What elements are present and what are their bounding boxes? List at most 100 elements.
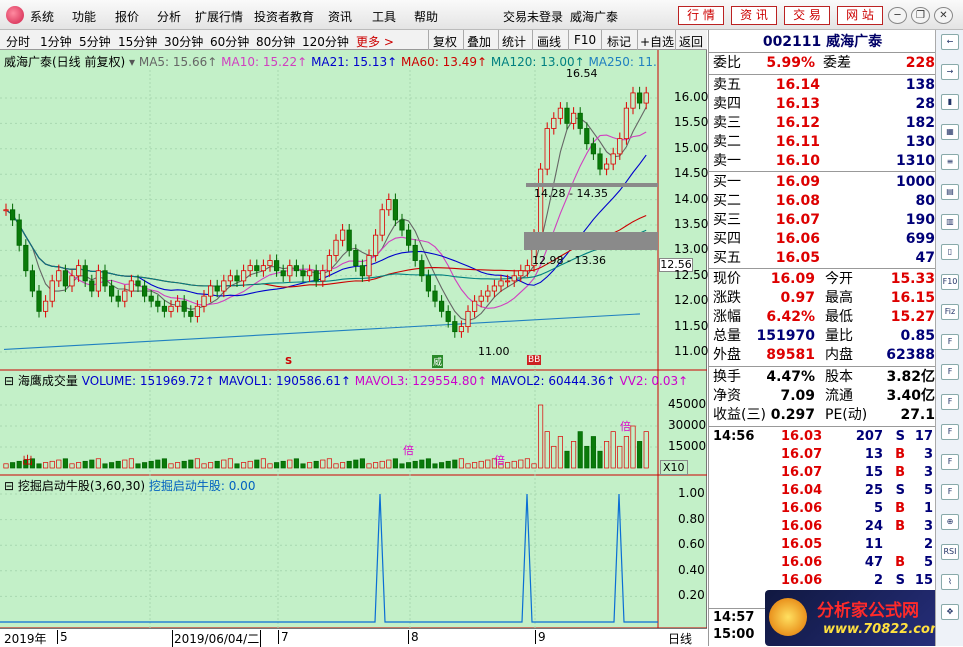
- volume-bar: [69, 463, 75, 469]
- watermark-logo: 分析家公式网 www.70822.com: [765, 590, 959, 646]
- candle-body: [551, 117, 557, 129]
- bid-row-1[interactable]: 买一 16.09 1000: [713, 173, 935, 192]
- close-icon[interactable]: ✕: [934, 7, 953, 24]
- collapse-volume-icon[interactable]: ⊟: [4, 374, 18, 388]
- bid-row-2-volume: 80: [915, 193, 935, 209]
- menu-help[interactable]: 帮助: [414, 8, 438, 25]
- ma-legend-2: MA21: 15.13↑: [311, 55, 401, 69]
- trade-button[interactable]: 交 易: [784, 6, 830, 25]
- minimize-icon[interactable]: ─: [888, 7, 907, 24]
- menu-quote[interactable]: 报价: [115, 8, 139, 25]
- period-15min[interactable]: 15分钟: [118, 33, 157, 50]
- sidebar-grid-icon[interactable]: ▦: [941, 124, 959, 140]
- candle-body: [544, 128, 550, 170]
- sidebar-zoom-icon[interactable]: ⊕: [941, 514, 959, 530]
- menu-system[interactable]: 系统: [30, 8, 54, 25]
- ask-row-3-price: 16.12: [775, 115, 820, 131]
- sidebar-move-icon[interactable]: ✥: [941, 604, 959, 620]
- tool-mark[interactable]: 标记: [607, 33, 631, 50]
- stat-row-3: 总量 151970 量比 0.85: [713, 327, 935, 346]
- candle-body: [95, 270, 101, 292]
- sidebar-f5-icon[interactable]: F: [941, 454, 959, 470]
- ask-row-2[interactable]: 卖二 16.11 130: [713, 133, 935, 152]
- sub-tick: 0.20: [678, 588, 705, 603]
- candle-body: [214, 285, 220, 292]
- sidebar-f2-icon[interactable]: F: [941, 364, 959, 380]
- candle-body: [637, 92, 643, 104]
- period-1min[interactable]: 1分钟: [40, 33, 72, 50]
- sidebar-f10-icon[interactable]: F10: [941, 274, 959, 290]
- period-120min[interactable]: 120分钟: [302, 33, 349, 50]
- finance-row-1-part-2: 流通: [825, 388, 853, 404]
- bid-row-3[interactable]: 买三 16.07 190: [713, 211, 935, 230]
- restore-icon[interactable]: ❐: [911, 7, 930, 24]
- volume-bar: [604, 441, 610, 469]
- stat-row-1: 涨跌 0.97 最高 16.15: [713, 289, 935, 308]
- collapse-sub-icon[interactable]: ⊟: [4, 479, 18, 493]
- chart-area[interactable]: 威海广泰(日线 前复权) ▾ MA5: 15.66↑ MA10: 15.22↑ …: [0, 50, 709, 647]
- volume-bar: [148, 460, 154, 469]
- menu-tools[interactable]: 工具: [372, 8, 396, 25]
- period-30min[interactable]: 30分钟: [164, 33, 203, 50]
- indicator-dropdown-icon[interactable]: ▾: [129, 55, 139, 69]
- tool-fuquan[interactable]: 复权: [433, 33, 457, 50]
- menu-news[interactable]: 资讯: [328, 8, 352, 25]
- sidebar-list-icon[interactable]: ≡: [941, 154, 959, 170]
- ask-row-1[interactable]: 卖一 16.10 1310: [713, 152, 935, 171]
- menu-analysis[interactable]: 分析: [157, 8, 181, 25]
- menu-education[interactable]: 投资者教育: [254, 8, 314, 25]
- sidebar-f-icon[interactable]: F: [941, 334, 959, 350]
- sidebar-table-icon[interactable]: ▤: [941, 184, 959, 200]
- sidebar-candles-icon[interactable]: ▮: [941, 94, 959, 110]
- ask-row-5[interactable]: 卖五 16.14 138: [713, 76, 935, 95]
- quote-button[interactable]: 行 情: [678, 6, 724, 25]
- price-tick: 13.00: [674, 242, 709, 257]
- sidebar-fiz-icon[interactable]: Fiz: [941, 304, 959, 320]
- bid-row-1-label: 买一: [713, 174, 741, 190]
- volume-bar: [135, 463, 141, 469]
- finance-row-0-part-1: 4.47%: [766, 369, 815, 385]
- period-80min[interactable]: 80分钟: [256, 33, 295, 50]
- sidebar-rsi-icon[interactable]: RSI: [941, 544, 959, 560]
- tick-cell-2: 207: [855, 429, 883, 444]
- ask-row-1-price: 16.10: [775, 153, 820, 169]
- period-label[interactable]: 日线: [668, 630, 692, 647]
- menu-extended[interactable]: 扩展行情: [195, 8, 243, 25]
- bid-row-4[interactable]: 买四 16.06 699: [713, 230, 935, 249]
- period-tick[interactable]: 分时: [6, 33, 30, 50]
- sub-tick: 0.60: [678, 537, 705, 552]
- candle-body: [399, 219, 405, 231]
- bid-row-2-price: 16.08: [775, 193, 820, 209]
- tool-overlay[interactable]: 叠加: [467, 33, 491, 50]
- sidebar-arrow-right-icon[interactable]: →: [941, 64, 959, 80]
- period-60min[interactable]: 60分钟: [210, 33, 249, 50]
- sidebar-line-icon[interactable]: ⌇: [941, 574, 959, 590]
- bid-row-2[interactable]: 买二 16.08 80: [713, 192, 935, 211]
- info-button[interactable]: 资 讯: [731, 6, 777, 25]
- period-5min[interactable]: 5分钟: [79, 33, 111, 50]
- tool-stats[interactable]: 统计: [502, 33, 526, 50]
- volume-bar: [3, 463, 9, 469]
- period-more[interactable]: 更多 >: [356, 33, 394, 50]
- candle-body: [207, 285, 214, 297]
- tool-back[interactable]: 返回: [679, 33, 703, 50]
- sidebar-arrow-left-icon[interactable]: ←: [941, 34, 959, 50]
- sidebar-kline-icon[interactable]: ▯: [941, 244, 959, 260]
- tool-f10[interactable]: F10: [574, 33, 596, 47]
- sidebar-chart-icon[interactable]: ▥: [941, 214, 959, 230]
- ask-row-4[interactable]: 卖四 16.13 28: [713, 95, 935, 114]
- s-marker: S: [285, 356, 293, 367]
- tool-add-watchlist[interactable]: +自选: [640, 33, 674, 50]
- sidebar-f6-icon[interactable]: F: [941, 484, 959, 500]
- tool-draw[interactable]: 画线: [537, 33, 561, 50]
- menu-function[interactable]: 功能: [72, 8, 96, 25]
- website-button[interactable]: 网 站: [837, 6, 883, 25]
- sidebar-f3-icon[interactable]: F: [941, 394, 959, 410]
- ask-row-3[interactable]: 卖三 16.12 182: [713, 114, 935, 133]
- sidebar-f4-icon[interactable]: F: [941, 424, 959, 440]
- bid-row-5[interactable]: 买五 16.05 47: [713, 249, 935, 268]
- tick-cell-4: 3: [923, 465, 933, 480]
- date-cursor: 2019/06/04/二: [172, 630, 262, 647]
- stat-row-0-part-0: 现价: [713, 271, 741, 287]
- app-logo-icon[interactable]: [6, 6, 24, 24]
